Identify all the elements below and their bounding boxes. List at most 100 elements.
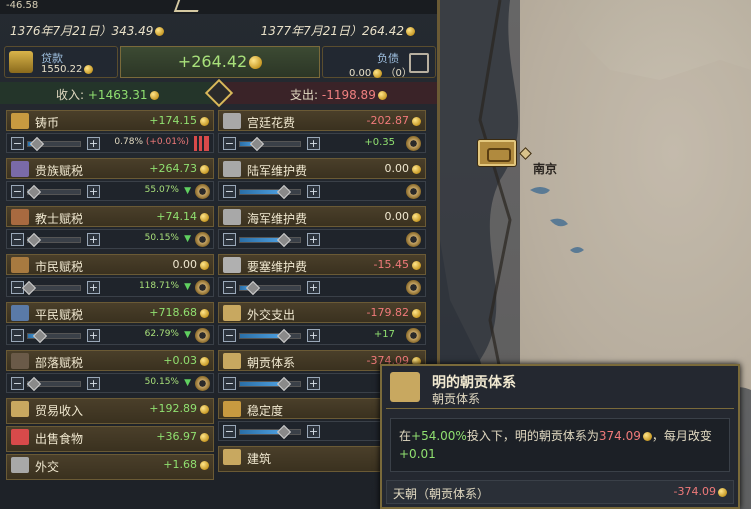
slider-knob[interactable]	[276, 424, 292, 440]
spending-slider[interactable]	[239, 136, 301, 152]
gear-icon[interactable]	[195, 280, 210, 295]
gear-icon[interactable]	[406, 232, 421, 247]
increase-button[interactable]: +	[307, 425, 320, 438]
spending-slider[interactable]	[26, 184, 81, 200]
category-icon	[11, 209, 29, 225]
spending-slider[interactable]	[239, 328, 301, 344]
slider-knob[interactable]	[276, 376, 292, 392]
increase-button[interactable]: +	[87, 137, 100, 150]
spending-slider[interactable]	[21, 280, 81, 296]
slider-knob[interactable]	[26, 376, 42, 392]
decrease-button[interactable]: −	[223, 425, 236, 438]
slider-knob[interactable]	[26, 184, 42, 200]
decrease-button[interactable]: −	[223, 185, 236, 198]
slider-knob[interactable]	[245, 280, 261, 296]
row-header: 出售食物 +36.97	[6, 426, 214, 452]
bar-chart-icon[interactable]	[194, 136, 209, 151]
increase-button[interactable]: +	[87, 233, 100, 246]
spending-slider[interactable]	[27, 136, 81, 152]
decrease-button[interactable]: −	[223, 281, 236, 294]
slider-knob[interactable]	[21, 280, 37, 296]
slider-knob[interactable]	[249, 136, 265, 152]
spending-slider[interactable]	[27, 328, 81, 344]
increase-button[interactable]: +	[307, 137, 320, 150]
decrease-button[interactable]: −	[11, 233, 24, 246]
decrease-button[interactable]: −	[223, 329, 236, 342]
debt-button[interactable]: 负债 0.00 （0）	[322, 46, 436, 79]
budget-row[interactable]: 外交 +1.68	[6, 454, 214, 500]
budget-row[interactable]: 海军维护费 0.00− +	[218, 206, 426, 252]
row-name: 教士赋税	[35, 212, 84, 226]
decrease-button[interactable]: −	[223, 377, 236, 390]
coin-icon	[200, 261, 209, 270]
decrease-button[interactable]: −	[11, 377, 24, 390]
budget-row[interactable]: 外交支出 -179.82 − + +17	[218, 302, 426, 348]
budget-row[interactable]: 部落赋税 +0.03 − +50.15% ▼	[6, 350, 214, 396]
budget-row[interactable]: 市民赋税 0.00− +118.71% ▼	[6, 254, 214, 300]
decrease-button[interactable]: −	[11, 185, 24, 198]
slider-knob[interactable]	[26, 232, 42, 248]
row-value: 0.00	[384, 162, 410, 175]
coin-icon	[412, 165, 421, 174]
slider-knob[interactable]	[276, 232, 292, 248]
increase-button[interactable]: +	[87, 377, 100, 390]
decrease-button[interactable]: −	[223, 137, 236, 150]
budget-row[interactable]: 要塞维护费 -15.45 − +	[218, 254, 426, 300]
city-icon[interactable]	[478, 140, 516, 166]
spending-slider[interactable]	[239, 424, 301, 440]
coin-icon	[200, 357, 209, 366]
increase-button[interactable]: +	[87, 329, 100, 342]
gear-icon[interactable]	[195, 232, 210, 247]
increase-button[interactable]: +	[307, 185, 320, 198]
coin-icon	[249, 56, 263, 69]
spending-slider[interactable]	[239, 184, 301, 200]
increase-button[interactable]: +	[307, 377, 320, 390]
budget-row[interactable]: 平民赋税 +718.68 − +62.79% ▼	[6, 302, 214, 348]
row-name: 海军维护费	[247, 212, 308, 226]
row-name: 外交支出	[247, 308, 296, 322]
spending-slider[interactable]	[26, 232, 81, 248]
budget-row[interactable]: 铸币 +174.15 − +0.78% (+0.01%)	[6, 110, 214, 156]
spending-slider[interactable]	[26, 376, 81, 392]
row-value: -15.45	[373, 258, 409, 271]
category-icon	[11, 257, 29, 273]
slider-knob[interactable]	[29, 136, 45, 152]
tooltip-footer: 天朝（朝贡体系） -374.09	[386, 480, 734, 504]
row-controls: − + +0.35	[218, 133, 426, 153]
category-icon	[11, 113, 29, 129]
decrease-button[interactable]: −	[223, 233, 236, 246]
row-value: +264.73	[149, 162, 197, 175]
top-strip: -46.58	[0, 0, 437, 14]
increase-button[interactable]: +	[87, 281, 100, 294]
economy-panel: -46.58 1376年7月21日）343.49 1377年7月21日）264.…	[0, 0, 440, 509]
increase-button[interactable]: +	[307, 281, 320, 294]
slider-knob[interactable]	[276, 328, 292, 344]
gear-icon[interactable]	[195, 328, 210, 343]
gear-icon[interactable]	[406, 184, 421, 199]
loan-button[interactable]: 贷款 1550.22	[4, 46, 118, 78]
increase-button[interactable]: +	[87, 185, 100, 198]
toggle-diamond-icon[interactable]	[204, 78, 234, 108]
row-header: 铸币 +174.15	[6, 110, 214, 131]
spending-slider[interactable]	[239, 280, 301, 296]
budget-row[interactable]: 教士赋税 +74.14 − +50.15% ▼	[6, 206, 214, 252]
income-label: 收入:	[56, 88, 85, 102]
slider-knob[interactable]	[32, 328, 48, 344]
gear-icon[interactable]	[195, 376, 210, 391]
slider-knob[interactable]	[276, 184, 292, 200]
decrease-button[interactable]: −	[11, 137, 24, 150]
gear-icon[interactable]	[195, 184, 210, 199]
spending-slider[interactable]	[239, 376, 301, 392]
budget-row[interactable]: 宫廷花费 -202.87 − + +0.35	[218, 110, 426, 156]
decrease-button[interactable]: −	[11, 329, 24, 342]
budget-row[interactable]: 贵族赋税 +264.73 − +55.07% ▼	[6, 158, 214, 204]
spending-slider[interactable]	[239, 232, 301, 248]
increase-button[interactable]: +	[307, 329, 320, 342]
increase-button[interactable]: +	[307, 233, 320, 246]
row-header: 要塞维护费 -15.45	[218, 254, 426, 275]
gear-icon[interactable]	[406, 280, 421, 295]
crown-icon[interactable]	[406, 328, 421, 343]
budget-row[interactable]: 陆军维护费 0.00− +	[218, 158, 426, 204]
crown-icon[interactable]	[406, 136, 421, 151]
row-header: 外交 +1.68	[6, 454, 214, 480]
